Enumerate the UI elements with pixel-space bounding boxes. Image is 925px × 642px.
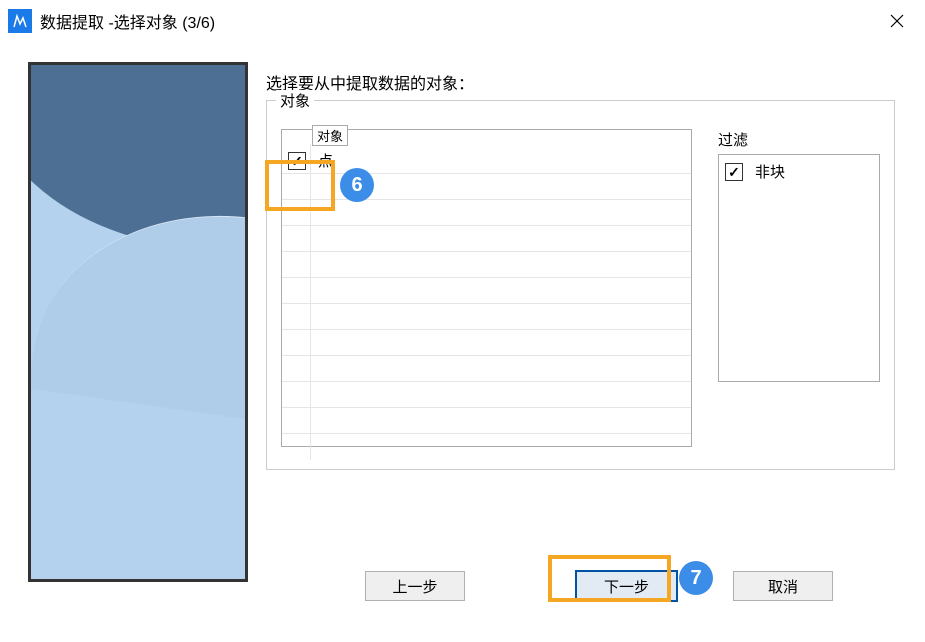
object-group-label: 对象	[276, 90, 314, 111]
wizard-preview-image	[28, 62, 248, 582]
table-row	[282, 356, 691, 382]
filter-group-label: 过滤	[718, 129, 880, 150]
prev-button[interactable]: 上一步	[365, 571, 465, 601]
content-area: 选择要从中提取数据的对象： 对象 对象 点	[0, 42, 925, 602]
table-row	[282, 174, 691, 200]
object-table-wrap: 对象 点	[281, 129, 692, 455]
table-row	[282, 278, 691, 304]
filter-row[interactable]: 非块	[725, 161, 873, 182]
filter-box: 非块	[718, 154, 880, 382]
filter-group: 过滤 非块	[718, 129, 880, 455]
table-row	[282, 200, 691, 226]
app-icon	[8, 9, 32, 33]
column-divider	[310, 144, 311, 460]
table-row	[282, 304, 691, 330]
table-row	[282, 330, 691, 356]
filter-checkbox-nonblock[interactable]	[725, 163, 743, 181]
row-checkbox-point[interactable]	[288, 152, 306, 170]
table-row	[282, 382, 691, 408]
window-title: 数据提取 -选择对象 (3/6)	[40, 9, 215, 33]
next-button[interactable]: 下一步	[575, 570, 678, 602]
object-table-header: 对象	[312, 125, 348, 146]
object-group: 对象 对象 点	[266, 100, 895, 470]
table-row	[282, 252, 691, 278]
instruction-text: 选择要从中提取数据的对象：	[266, 70, 895, 94]
titlebar: 数据提取 -选择对象 (3/6)	[0, 0, 925, 42]
close-button[interactable]	[877, 5, 917, 37]
object-table: 对象 点	[281, 129, 692, 447]
table-row	[282, 226, 691, 252]
table-row	[282, 408, 691, 434]
close-icon	[890, 14, 904, 28]
table-row[interactable]: 点	[282, 148, 691, 174]
filter-row-label: 非块	[755, 161, 785, 182]
right-panel: 选择要从中提取数据的对象： 对象 对象 点	[266, 62, 895, 582]
row-label: 点	[318, 150, 333, 171]
button-row: 上一步 下一步 取消	[365, 570, 833, 602]
preview-panel	[28, 62, 248, 582]
cancel-button[interactable]: 取消	[733, 571, 833, 601]
